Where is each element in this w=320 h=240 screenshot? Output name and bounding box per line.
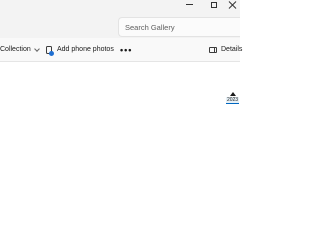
more-icon: ••• <box>120 44 133 55</box>
close-button[interactable] <box>223 0 243 9</box>
search-box[interactable] <box>118 17 240 37</box>
gallery-content: 2023 <box>0 62 240 240</box>
details-pane-icon <box>209 46 217 53</box>
add-phone-photos-label: Add phone photos <box>57 46 114 53</box>
chevron-down-icon <box>33 45 40 52</box>
title-bar <box>0 0 240 9</box>
add-badge-icon <box>49 50 54 56</box>
toolbar: Collection Add phone photos ••• Details <box>0 38 242 62</box>
search-row <box>0 9 240 38</box>
maximize-button[interactable] <box>204 0 224 9</box>
timeline-scrubber[interactable]: 2023 <box>225 92 240 104</box>
collection-dropdown[interactable]: Collection <box>0 38 40 61</box>
add-phone-photos-button[interactable]: Add phone photos <box>46 38 114 61</box>
phone-icon <box>46 45 54 56</box>
maximize-icon <box>211 1 217 8</box>
more-options-button[interactable]: ••• <box>120 38 132 61</box>
minimize-icon <box>185 4 193 5</box>
close-icon <box>229 1 237 9</box>
minimize-button[interactable] <box>179 0 199 9</box>
collection-label: Collection <box>0 46 31 53</box>
details-button[interactable]: Details <box>209 38 242 61</box>
search-input[interactable] <box>125 21 235 34</box>
scroll-up-icon[interactable] <box>229 92 236 96</box>
details-label: Details <box>221 46 243 53</box>
timeline-year-label: 2023 <box>225 97 240 104</box>
